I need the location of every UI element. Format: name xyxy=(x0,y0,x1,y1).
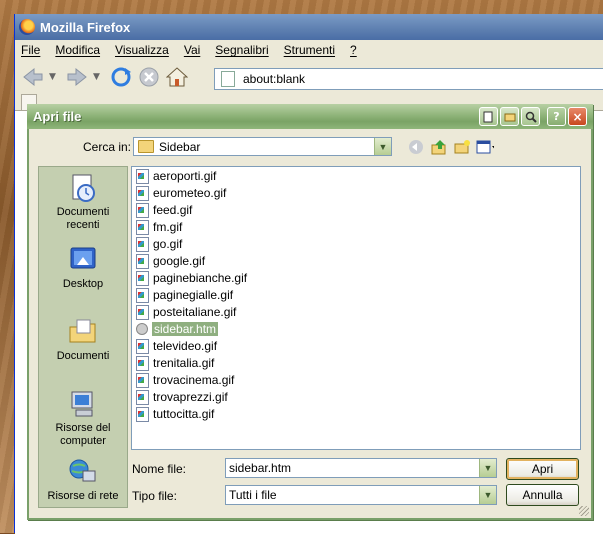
firefox-title: Mozilla Firefox xyxy=(40,19,131,35)
place-documents[interactable]: Documenti xyxy=(39,317,127,363)
list-item[interactable]: trenitalia.gif xyxy=(136,355,214,371)
place-network[interactable]: Risorse di rete xyxy=(39,457,127,503)
menu-help[interactable]: ? xyxy=(350,43,357,57)
gif-file-icon xyxy=(136,406,149,422)
back-icon[interactable] xyxy=(407,138,425,156)
gif-file-icon xyxy=(136,253,149,269)
up-folder-icon[interactable] xyxy=(430,138,448,156)
place-my-computer[interactable]: Risorse del computer xyxy=(39,389,127,448)
recent-documents-icon xyxy=(68,173,98,203)
place-recent-documents[interactable]: Documenti recenti xyxy=(39,173,127,232)
back-arrow-icon[interactable] xyxy=(21,65,45,89)
gif-file-icon xyxy=(136,389,149,405)
back-dropdown-icon[interactable]: ▼ xyxy=(49,72,59,82)
search-icon[interactable] xyxy=(521,107,540,126)
gif-file-icon xyxy=(136,168,149,184)
firefox-title-bar[interactable]: Mozilla Firefox xyxy=(15,14,603,40)
filename-input[interactable]: sidebar.htm ▼ xyxy=(225,458,497,478)
gif-file-icon xyxy=(136,270,149,286)
look-in-value: Sidebar xyxy=(159,139,201,154)
open-file-dialog: Apri file ? × Cerca in: Sidebar ▼ Docume… xyxy=(27,104,593,520)
page-icon xyxy=(221,71,235,87)
help-button[interactable]: ? xyxy=(547,107,566,126)
list-item[interactable]: paginebianche.gif xyxy=(136,270,247,286)
menu-vai[interactable]: Vai xyxy=(184,43,200,57)
resize-grip[interactable] xyxy=(579,506,589,516)
stop-icon[interactable] xyxy=(137,65,161,89)
network-icon xyxy=(68,457,98,487)
menu-segnalibri[interactable]: Segnalibri xyxy=(215,43,268,57)
menu-bar: File Modifica Visualizza Vai Segnalibri … xyxy=(15,40,603,60)
filename-label: Nome file: xyxy=(132,462,187,476)
place-label: Risorse del computer xyxy=(55,422,111,447)
forward-dropdown-icon[interactable]: ▼ xyxy=(93,72,103,82)
gif-file-icon xyxy=(136,185,149,201)
gif-file-icon xyxy=(136,236,149,252)
url-bar[interactable]: about:blank xyxy=(214,68,603,90)
list-item[interactable]: eurometeo.gif xyxy=(136,185,226,201)
forward-arrow-icon[interactable] xyxy=(65,65,89,89)
url-text: about:blank xyxy=(243,72,306,86)
gif-file-icon xyxy=(136,202,149,218)
gif-file-icon xyxy=(136,355,149,371)
look-in-label: Cerca in: xyxy=(83,140,132,154)
menu-modifica[interactable]: Modifica xyxy=(55,43,100,57)
home-icon[interactable] xyxy=(165,65,189,89)
my-computer-icon xyxy=(68,389,98,419)
place-label: Risorse di rete xyxy=(47,490,119,502)
close-button[interactable]: × xyxy=(568,107,587,126)
list-item[interactable]: posteitaliane.gif xyxy=(136,304,236,320)
list-item[interactable]: google.gif xyxy=(136,253,205,269)
list-item[interactable]: aeroporti.gif xyxy=(136,168,216,184)
dialog-toolbar xyxy=(407,138,499,156)
reload-icon[interactable] xyxy=(109,65,133,89)
filetype-select[interactable]: Tutti i file ▼ xyxy=(225,485,497,505)
gif-file-icon xyxy=(136,287,149,303)
list-item[interactable]: televideo.gif xyxy=(136,338,217,354)
open-button[interactable]: Apri xyxy=(506,458,579,480)
chevron-down-icon[interactable]: ▼ xyxy=(479,486,496,504)
view-menu-icon[interactable] xyxy=(476,138,494,156)
dialog-window-buttons: ? × xyxy=(545,107,587,126)
firefox-logo-icon xyxy=(19,19,35,35)
chevron-down-icon[interactable]: ▼ xyxy=(479,459,496,477)
list-item[interactable]: tuttocitta.gif xyxy=(136,406,214,422)
folder-icon[interactable] xyxy=(500,107,519,126)
places-bar: Documenti recenti Desktop Documenti Riso… xyxy=(38,166,128,508)
filetype-label: Tipo file: xyxy=(132,489,177,503)
list-item-selected[interactable]: sidebar.htm xyxy=(136,321,219,337)
desktop-icon xyxy=(68,245,98,275)
cancel-button[interactable]: Annulla xyxy=(506,484,579,506)
list-item[interactable]: fm.gif xyxy=(136,219,182,235)
place-label: Desktop xyxy=(62,278,104,290)
file-list[interactable]: aeroporti.gif eurometeo.gif feed.gif fm.… xyxy=(131,166,581,450)
documents-folder-icon xyxy=(68,317,98,347)
chevron-down-icon[interactable]: ▼ xyxy=(374,138,391,155)
gif-file-icon xyxy=(136,338,149,354)
list-item[interactable]: paginegialle.gif xyxy=(136,287,233,303)
list-item[interactable]: feed.gif xyxy=(136,202,192,218)
dialog-title: Apri file xyxy=(33,109,82,124)
folder-icon xyxy=(138,140,154,153)
menu-file[interactable]: File xyxy=(21,43,40,57)
gif-file-icon xyxy=(136,372,149,388)
filename-value: sidebar.htm xyxy=(229,461,292,475)
gif-file-icon xyxy=(136,219,149,235)
place-desktop[interactable]: Desktop xyxy=(39,245,127,291)
place-label: Documenti recenti xyxy=(56,206,110,231)
look-in-combo[interactable]: Sidebar ▼ xyxy=(133,137,392,156)
page-icon[interactable] xyxy=(479,107,498,126)
list-item[interactable]: go.gif xyxy=(136,236,182,252)
list-item[interactable]: trovaprezzi.gif xyxy=(136,389,228,405)
html-file-icon xyxy=(136,323,148,335)
place-label: Documenti xyxy=(56,350,110,362)
gif-file-icon xyxy=(136,304,149,320)
new-folder-icon[interactable] xyxy=(453,138,471,156)
list-item[interactable]: trovacinema.gif xyxy=(136,372,234,388)
filetype-value: Tutti i file xyxy=(229,488,277,502)
menu-visualizza[interactable]: Visualizza xyxy=(115,43,169,57)
menu-strumenti[interactable]: Strumenti xyxy=(284,43,335,57)
